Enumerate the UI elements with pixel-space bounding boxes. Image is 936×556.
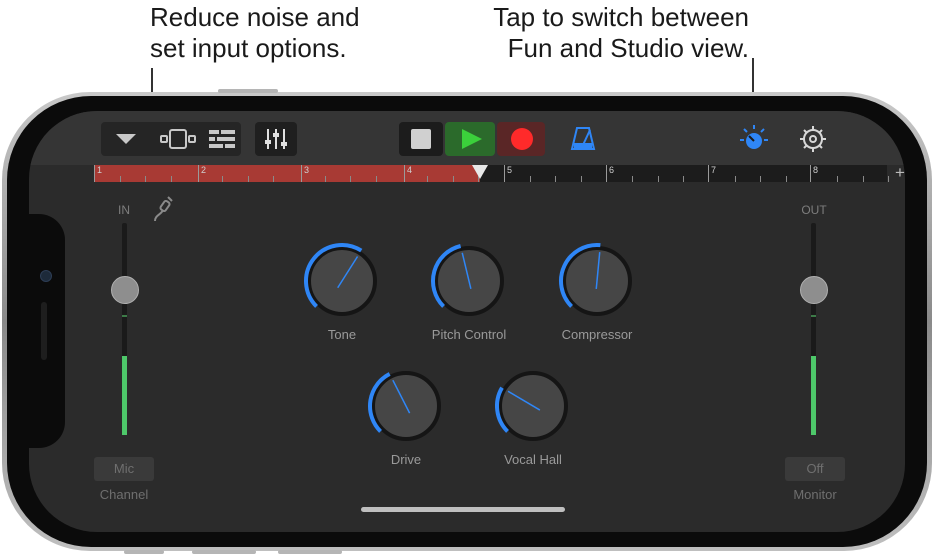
ruler-tick xyxy=(222,176,224,182)
ruler-bar-number: 4 xyxy=(407,165,413,175)
input-level-meter xyxy=(122,356,127,435)
list-view-icon[interactable] xyxy=(209,129,235,149)
ruler-tick xyxy=(324,176,326,182)
volume-button xyxy=(124,550,164,554)
output-label: OUT xyxy=(801,203,827,217)
ruler-bar-line xyxy=(810,165,811,182)
input-meter-marker xyxy=(122,315,127,317)
ruler-bar-number: 7 xyxy=(711,165,717,175)
phone-bezel: 1 2 3 4 5 6 7 8 + IN Mic Channel OUT Off… xyxy=(7,96,927,547)
volume-button xyxy=(278,550,342,554)
callout-right-line1: Tap to switch between xyxy=(493,2,749,32)
ruler-tick xyxy=(657,176,659,182)
ruler-tick xyxy=(862,176,864,182)
home-indicator[interactable] xyxy=(361,507,565,512)
screen: 1 2 3 4 5 6 7 8 + IN Mic Channel OUT Off… xyxy=(29,111,905,532)
ruler-tick xyxy=(632,176,634,182)
ruler-bar-number: 8 xyxy=(813,165,819,175)
ruler-tick xyxy=(580,176,582,182)
ruler-tick xyxy=(350,176,352,182)
compressor-label: Compressor xyxy=(561,327,633,342)
ruler-bar-line xyxy=(301,165,302,182)
callout-right-line2: Fun and Studio view. xyxy=(507,33,749,63)
ruler-bar-line xyxy=(404,165,405,182)
timeline-ruler[interactable]: 1 2 3 4 5 6 7 8 xyxy=(94,165,890,182)
ruler-tick xyxy=(375,176,377,182)
ruler-tick xyxy=(734,176,736,182)
phone-frame: 1 2 3 4 5 6 7 8 + IN Mic Channel OUT Off… xyxy=(2,89,932,554)
compressor-knob[interactable] xyxy=(557,241,637,321)
playhead[interactable] xyxy=(472,165,488,179)
tone-label: Tone xyxy=(327,327,357,342)
ruler-tick xyxy=(273,176,275,182)
monitor-caption: Monitor xyxy=(793,487,837,502)
input-channel-caption: Channel xyxy=(99,487,149,502)
add-section-button[interactable]: + xyxy=(895,163,905,183)
play-icon xyxy=(462,129,482,149)
settings-icon[interactable] xyxy=(799,125,827,153)
drive-knob[interactable] xyxy=(366,366,446,446)
tone-knob[interactable] xyxy=(302,241,382,321)
ruler-tick xyxy=(170,176,172,182)
ruler-bar-number: 2 xyxy=(201,165,207,175)
ruler-bar-number: 6 xyxy=(609,165,615,175)
ruler-tick xyxy=(555,176,557,182)
input-label: IN xyxy=(118,203,130,217)
ruler-bar-line xyxy=(606,165,607,182)
drive-label: Drive xyxy=(390,452,422,467)
ruler-tick xyxy=(683,176,685,182)
callout-view-switch: Tap to switch between Fun and Studio vie… xyxy=(493,2,749,64)
callout-left-line1: Reduce noise and xyxy=(150,2,360,32)
ruler-tick xyxy=(837,176,839,182)
ruler-tick xyxy=(529,176,531,182)
ruler-tick xyxy=(888,176,890,182)
ruler-tick xyxy=(119,176,121,182)
recording-region xyxy=(94,165,480,182)
notch xyxy=(29,214,65,448)
camera-icon xyxy=(40,270,52,282)
ruler-bar-line xyxy=(198,165,199,182)
input-level-slider[interactable] xyxy=(111,276,139,304)
output-level-meter xyxy=(811,356,816,435)
monitor-button[interactable]: Off xyxy=(785,457,845,481)
ruler-tick xyxy=(452,176,454,182)
callout-left-line2: set input options. xyxy=(150,33,347,63)
pitch-control-knob[interactable] xyxy=(429,241,509,321)
ruler-bar-line xyxy=(504,165,505,182)
speaker-grille xyxy=(41,302,47,360)
output-level-slider[interactable] xyxy=(800,276,828,304)
control-bar xyxy=(29,111,905,165)
ruler-tick xyxy=(145,176,147,182)
ruler-tick xyxy=(247,176,249,182)
chevron-down-icon[interactable] xyxy=(115,132,137,146)
ruler-bar-line xyxy=(94,165,95,182)
metronome-icon[interactable] xyxy=(570,125,596,151)
ruler-tick xyxy=(785,176,787,182)
tracks-view-icon[interactable] xyxy=(159,127,197,151)
record-icon xyxy=(511,128,533,150)
ruler-bar-number: 1 xyxy=(97,165,103,175)
vocal-hall-knob[interactable] xyxy=(493,366,573,446)
side-button xyxy=(218,89,278,93)
ruler-tick xyxy=(427,176,429,182)
output-meter-marker xyxy=(811,315,816,317)
view-switch-icon[interactable] xyxy=(739,124,769,154)
input-channel-button[interactable]: Mic xyxy=(94,457,154,481)
mixer-icon xyxy=(265,129,287,149)
vocal-hall-label: Vocal Hall xyxy=(504,452,562,467)
callout-noise-input: Reduce noise and set input options. xyxy=(150,2,360,64)
ruler-tick xyxy=(760,176,762,182)
ruler-bar-number: 3 xyxy=(304,165,310,175)
input-settings-icon[interactable] xyxy=(152,195,174,223)
pitch-control-label: Pitch Control xyxy=(431,327,507,342)
ruler-bar-number: 5 xyxy=(507,165,513,175)
ruler-bar-line xyxy=(708,165,709,182)
volume-button xyxy=(192,550,256,554)
stop-icon xyxy=(411,129,431,149)
